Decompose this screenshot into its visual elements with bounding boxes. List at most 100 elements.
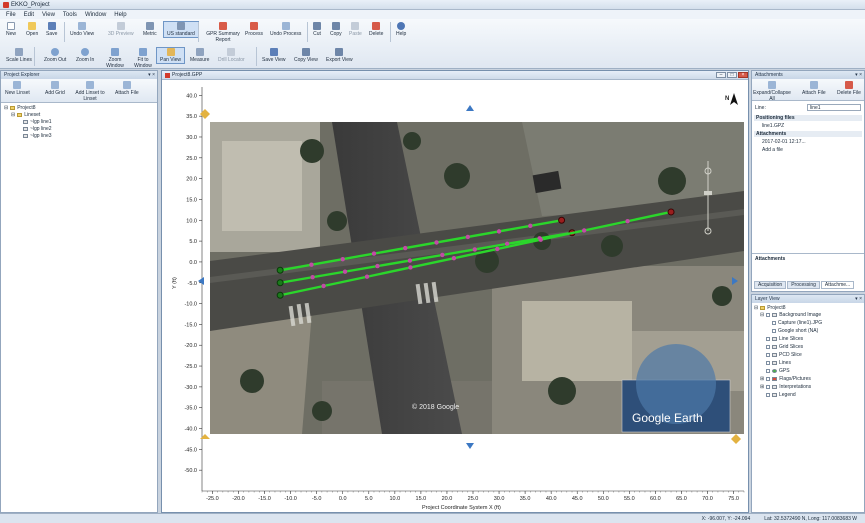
metric-button[interactable]: Metric	[143, 22, 157, 37]
map-canvas[interactable]: © 2018 Google Google Earth 40.0 35.0 30.0 2…	[162, 81, 748, 513]
layer-flags-pictures[interactable]: ⊞ Flags/Pictures	[760, 376, 811, 382]
checkbox-icon[interactable]	[766, 377, 771, 381]
gpr-marker[interactable]	[342, 269, 348, 274]
maximize-button[interactable]: □	[727, 72, 737, 78]
delete-button[interactable]: Delete	[369, 22, 383, 37]
checkbox-icon[interactable]	[766, 369, 770, 373]
tab-processing[interactable]: Processing	[787, 281, 820, 289]
gpr-marker[interactable]	[403, 245, 408, 251]
checkbox-icon[interactable]	[772, 321, 776, 325]
undo-process-button[interactable]: Undo Process	[270, 22, 301, 37]
gpr-marker[interactable]	[495, 246, 500, 252]
gpr-marker[interactable]	[434, 240, 439, 245]
layer-google-short[interactable]: Google short (NA)	[772, 328, 818, 334]
zoom-in-button[interactable]: Zoom In	[76, 48, 94, 63]
gpr-summary-report-button[interactable]: GPR Summary Report	[204, 22, 242, 43]
delete-file-button[interactable]: Delete File	[837, 81, 861, 96]
line-start-marker[interactable]	[276, 291, 284, 299]
close-button[interactable]: ×	[738, 72, 748, 78]
save-view-button[interactable]: Save View	[262, 48, 286, 63]
gpr-marker[interactable]	[465, 234, 470, 240]
tree-line-2[interactable]: ~lgp line2	[23, 126, 52, 132]
pin-icon[interactable]: ▾ ×	[855, 295, 862, 303]
menu-window[interactable]: Window	[85, 12, 106, 18]
pan-down-arrow[interactable]	[466, 443, 474, 449]
pin-icon[interactable]: ▾ ×	[855, 71, 862, 79]
layer-line-slices[interactable]: Line Slices	[766, 336, 803, 342]
add-file-link[interactable]: Add a file	[762, 147, 783, 153]
pin-icon[interactable]: ▾ ×	[148, 71, 155, 79]
attachments-group-row[interactable]: Attachments	[754, 131, 862, 137]
gpr-marker[interactable]	[538, 237, 543, 242]
menu-tools[interactable]: Tools	[63, 12, 77, 18]
zoom-out-button[interactable]: Zoom Out	[44, 48, 66, 63]
checkbox-icon[interactable]	[766, 313, 771, 317]
export-view-button[interactable]: Export View	[326, 48, 353, 63]
move-handle-icon[interactable]	[731, 434, 741, 444]
layer-interpretations[interactable]: ⊞ Interpretations	[760, 384, 811, 390]
layer-lines[interactable]: Lines	[766, 360, 791, 366]
menu-view[interactable]: View	[42, 12, 55, 18]
gpr-marker[interactable]	[472, 247, 477, 252]
layer-gps[interactable]: GPS	[766, 368, 790, 374]
collapse-icon[interactable]: ⊟	[4, 105, 8, 111]
layer-capture-image[interactable]: Capture (line1).JPG	[772, 320, 822, 326]
save-button[interactable]: Save	[46, 22, 57, 37]
pan-left-arrow[interactable]	[198, 277, 204, 285]
collapse-icon[interactable]: ⊟	[11, 112, 15, 118]
checkbox-icon[interactable]	[772, 329, 776, 333]
gpr-marker[interactable]	[451, 256, 457, 261]
gpr-marker[interactable]	[371, 251, 377, 256]
checkbox-icon[interactable]	[766, 361, 770, 365]
gpr-marker[interactable]	[408, 265, 413, 270]
gpr-marker[interactable]	[340, 256, 345, 262]
copy-button[interactable]: Copy	[330, 22, 342, 37]
3d-preview-button[interactable]: 3D Preview	[108, 22, 134, 37]
attach-file-button-2[interactable]: Attach File	[802, 81, 826, 96]
gpr-marker[interactable]	[321, 283, 326, 289]
help-button[interactable]: Help	[396, 22, 406, 37]
gpr-marker[interactable]	[407, 258, 413, 263]
corner-handle-icon[interactable]	[200, 109, 210, 119]
paste-button[interactable]: Paste	[349, 22, 362, 37]
attach-file-button[interactable]: Attach File	[115, 81, 139, 96]
gpr-marker[interactable]	[364, 274, 370, 279]
process-button[interactable]: Process	[245, 22, 263, 37]
line-end-marker[interactable]	[667, 208, 675, 216]
pan-view-button[interactable]: Pan View	[156, 47, 186, 64]
expand-icon[interactable]: ⊞	[760, 376, 764, 382]
checkbox-icon[interactable]	[766, 337, 770, 341]
measure-button[interactable]: Measure	[190, 48, 209, 63]
open-button[interactable]: Open	[26, 22, 38, 37]
minimize-button[interactable]: –	[716, 72, 726, 78]
us-standard-button[interactable]: US standard	[163, 21, 199, 38]
positioning-files-row[interactable]: Positioning files	[754, 115, 862, 121]
tree-line-3[interactable]: ~lgp line3	[23, 133, 52, 139]
gpr-marker[interactable]	[496, 229, 502, 234]
checkbox-icon[interactable]	[766, 353, 770, 357]
layer-background-image[interactable]: ⊟ Background Image	[760, 312, 821, 318]
gpr-marker[interactable]	[581, 228, 587, 233]
copy-view-button[interactable]: Copy View	[294, 48, 318, 63]
gpr-marker[interactable]	[375, 263, 380, 269]
tab-attachments[interactable]: Attachme...	[820, 281, 855, 289]
tree-project[interactable]: ⊟ Project8	[4, 105, 36, 111]
layer-grid-slices[interactable]: Grid Slices	[766, 344, 803, 350]
new-linset-button[interactable]: New Linset	[5, 81, 30, 96]
gpr-marker[interactable]	[625, 219, 630, 224]
checkbox-icon[interactable]	[766, 385, 771, 389]
menu-file[interactable]: File	[6, 12, 16, 18]
menu-edit[interactable]: Edit	[24, 12, 34, 18]
corner-handle-icon[interactable]	[200, 434, 210, 439]
gpr-marker[interactable]	[309, 262, 314, 267]
layer-pcd-slice[interactable]: PCD Slice	[766, 352, 802, 358]
collapse-icon[interactable]: ⊟	[754, 305, 758, 311]
layer-legend[interactable]: Legend	[766, 392, 796, 398]
add-linset-to-linset-button[interactable]: Add Linset to Linset	[75, 81, 105, 102]
collapse-icon[interactable]: ⊟	[760, 312, 764, 318]
gpr-marker[interactable]	[528, 223, 533, 229]
line-field-value[interactable]: line1	[807, 104, 861, 111]
layer-project[interactable]: ⊟ Project8	[754, 305, 786, 311]
tree-line-1[interactable]: ~lgp line1	[23, 119, 52, 125]
line-end-marker[interactable]	[558, 216, 566, 224]
